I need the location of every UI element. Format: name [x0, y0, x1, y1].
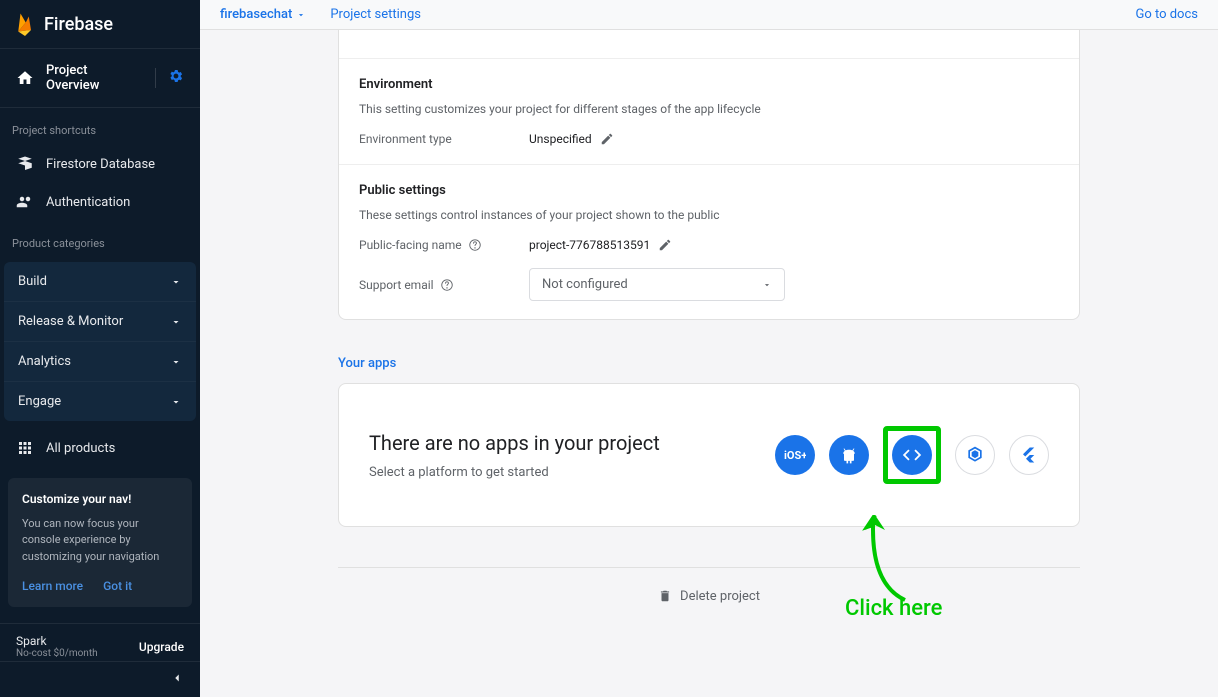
cat-release[interactable]: Release & Monitor: [4, 302, 196, 342]
upgrade-button[interactable]: Upgrade: [139, 640, 184, 654]
customize-nav-card: Customize your nav! You can now focus yo…: [8, 478, 192, 608]
settings-gear[interactable]: [155, 68, 184, 88]
unity-icon: [965, 445, 985, 465]
collapse-sidebar[interactable]: [0, 661, 200, 697]
learn-more-link[interactable]: Learn more: [22, 579, 83, 593]
cat-engage[interactable]: Engage: [4, 382, 196, 421]
grid-icon: [16, 439, 34, 457]
project-overview[interactable]: Project Overview: [0, 48, 200, 108]
apps-card: There are no apps in your project Select…: [338, 383, 1080, 527]
ios-icon: iOS+: [784, 448, 806, 462]
caret-down-icon: [762, 280, 772, 290]
settings-card: Environment This setting customizes your…: [338, 30, 1080, 320]
auth-icon: [16, 193, 34, 211]
got-it-link[interactable]: Got it: [103, 579, 132, 593]
delete-project-button[interactable]: Delete project: [658, 589, 760, 604]
platform-android[interactable]: [829, 435, 869, 475]
gear-icon: [168, 68, 184, 84]
chevron-left-icon: [170, 671, 184, 685]
chevron-down-icon: [170, 276, 182, 288]
edit-name-icon[interactable]: [658, 238, 672, 252]
project-settings-link[interactable]: Project settings: [330, 7, 421, 22]
flutter-icon: [1020, 446, 1038, 464]
sidebar: Firebase Project Overview Project shortc…: [0, 0, 200, 697]
highlight-box: [883, 426, 941, 484]
edit-env-icon[interactable]: [600, 132, 614, 146]
your-apps-header: Your apps: [338, 356, 1080, 371]
web-icon: [901, 444, 923, 466]
all-products[interactable]: All products: [0, 425, 200, 471]
dropdown-icon: [296, 10, 306, 20]
firestore-icon: [16, 155, 34, 173]
platform-web[interactable]: [892, 435, 932, 475]
platform-flutter[interactable]: [1009, 435, 1049, 475]
platform-unity[interactable]: [955, 435, 995, 475]
public-title: Public settings: [359, 183, 1059, 198]
sidebar-item-auth[interactable]: Authentication: [0, 183, 200, 221]
support-email-select[interactable]: Not configured: [529, 268, 785, 301]
sidebar-item-firestore[interactable]: Firestore Database: [0, 145, 200, 183]
trash-icon: [658, 589, 672, 603]
brand-text: Firebase: [44, 14, 113, 35]
help-icon[interactable]: [440, 278, 454, 292]
chevron-down-icon: [170, 316, 182, 328]
topbar: firebasechat Project settings Go to docs: [200, 0, 1218, 30]
chevron-down-icon: [170, 356, 182, 368]
android-icon: [839, 445, 859, 465]
chevron-down-icon: [170, 396, 182, 408]
cat-build[interactable]: Build: [4, 262, 196, 302]
cat-analytics[interactable]: Analytics: [4, 342, 196, 382]
firebase-logo[interactable]: Firebase: [0, 0, 200, 48]
env-title: Environment: [359, 77, 1059, 92]
shortcuts-title: Project shortcuts: [0, 108, 200, 145]
svg-text:iOS+: iOS+: [784, 449, 806, 462]
project-dropdown[interactable]: firebasechat: [220, 7, 306, 22]
categories-title: Product categories: [0, 221, 200, 258]
flame-icon: [16, 12, 34, 36]
docs-link[interactable]: Go to docs: [1135, 7, 1198, 22]
platform-ios[interactable]: iOS+: [775, 435, 815, 475]
home-icon: [16, 69, 34, 87]
help-icon[interactable]: [468, 238, 482, 252]
